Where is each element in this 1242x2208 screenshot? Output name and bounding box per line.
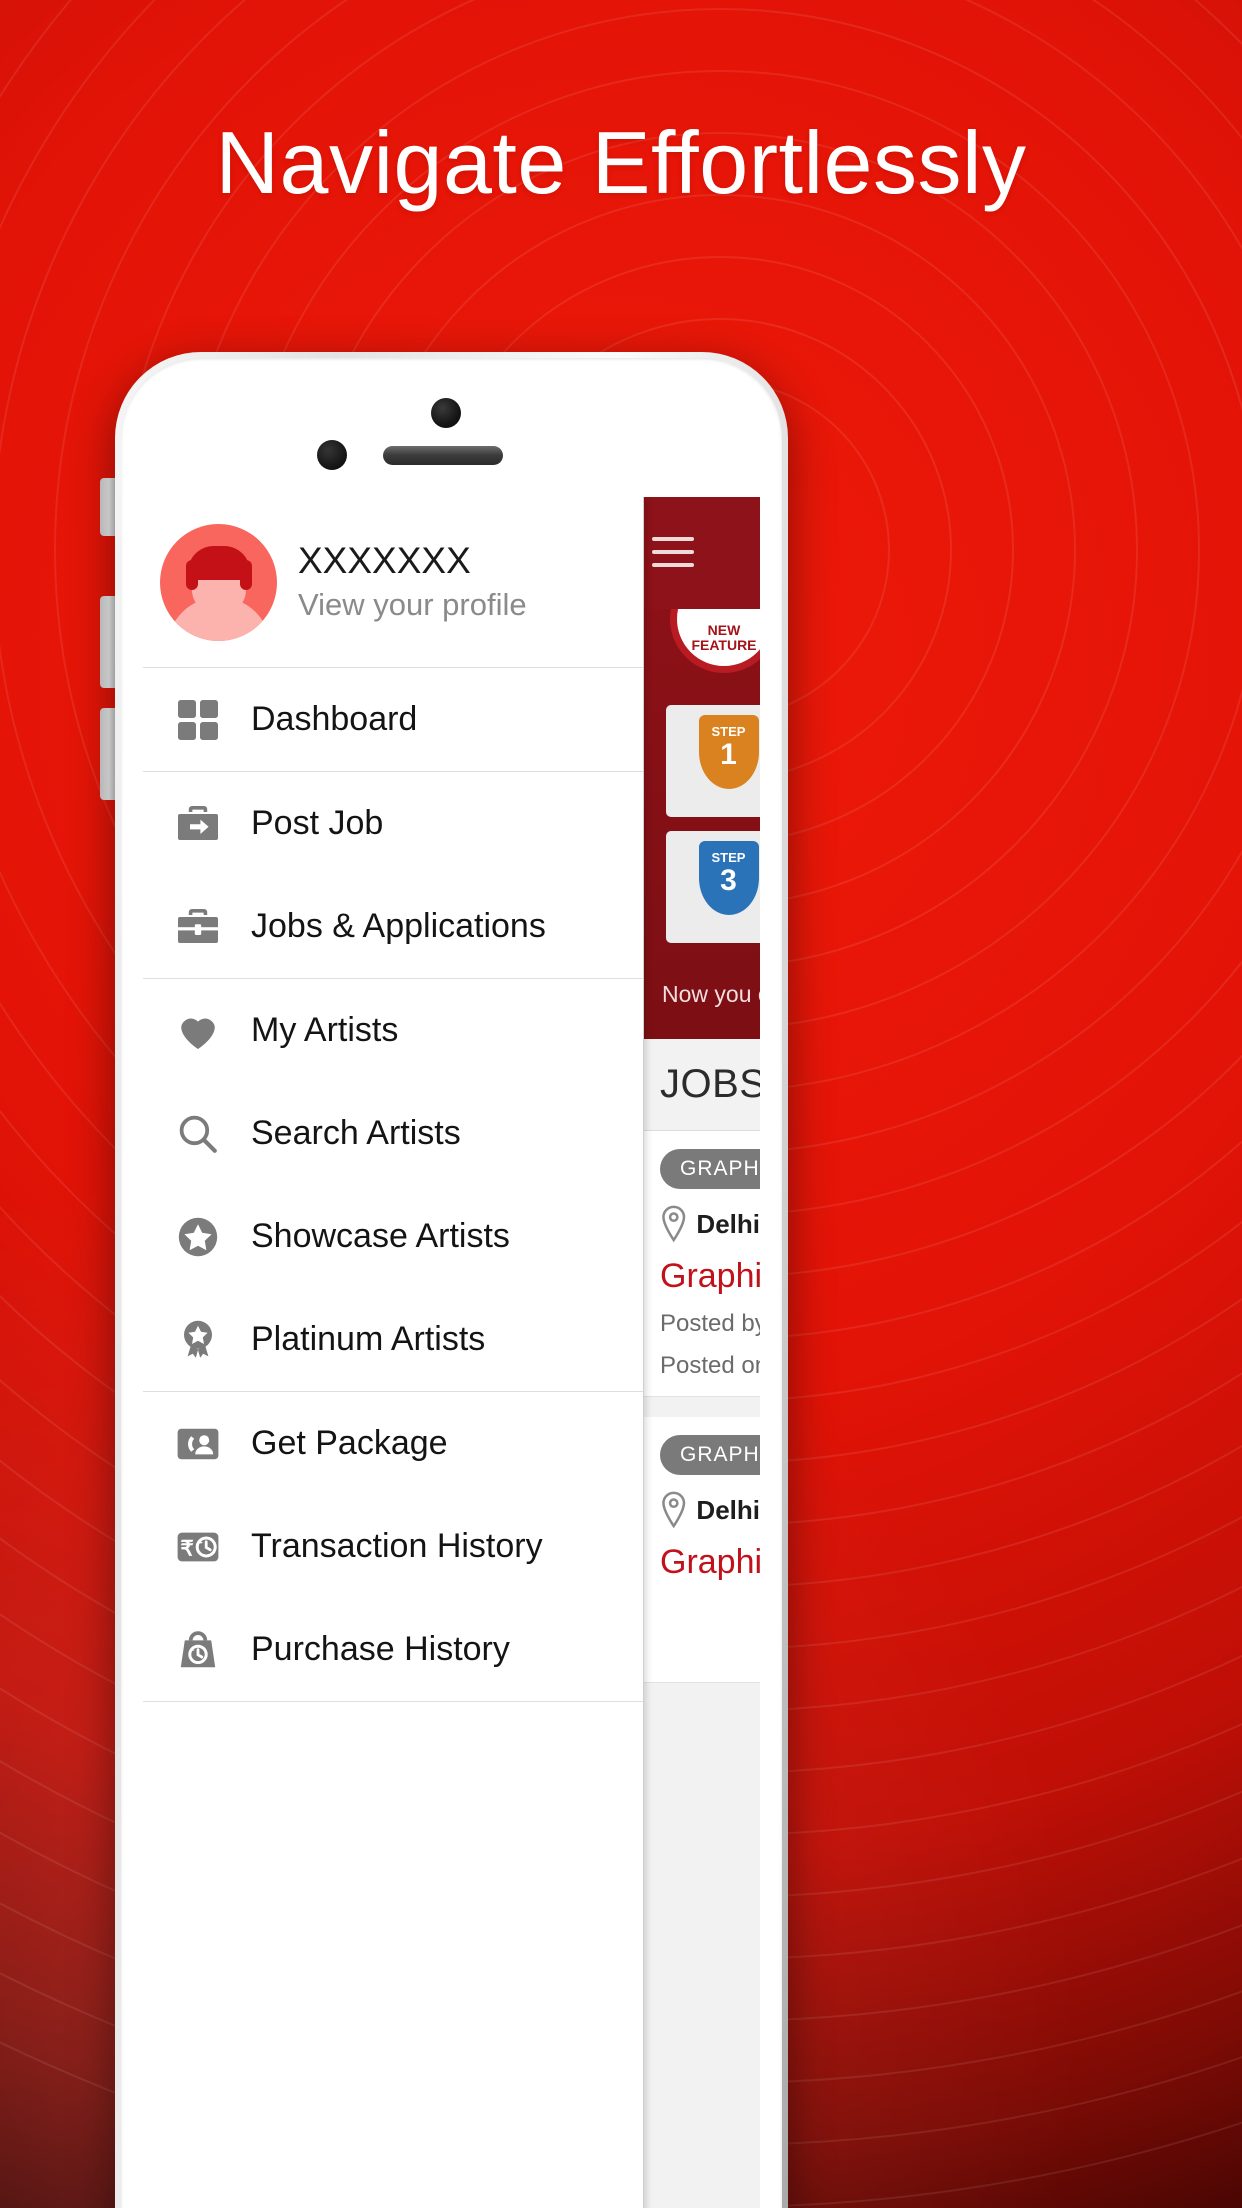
sidebar-item-showcase-artists[interactable]: Showcase Artists [143, 1185, 643, 1288]
sidebar-item-platinum-artists[interactable]: Platinum Artists [143, 1288, 643, 1391]
drawer-profile-header[interactable]: XXXXXXX View your profile [143, 497, 643, 668]
sidebar-item-label: Jobs & Applications [251, 907, 546, 945]
sidebar-item-label: Platinum Artists [251, 1320, 486, 1358]
rupee-history-icon: ₹ [174, 1523, 222, 1571]
sidebar-item-label: Search Artists [251, 1114, 461, 1152]
job-tag: GRAPHI [660, 1149, 760, 1189]
step-card-1: STEP 1 [666, 705, 760, 817]
new-feature-line1: NEW [707, 622, 741, 638]
job-location: Delhi [660, 1205, 760, 1243]
step-badge-3: STEP 3 [698, 841, 759, 915]
front-camera-icon [431, 398, 461, 428]
map-pin-icon [662, 1491, 686, 1529]
phone-mockup: NEW FEATURE S STEP 1 STEP [115, 352, 788, 2208]
job-card-2[interactable]: GRAPHI Delhi Graphi [644, 1417, 760, 1683]
step-label-3: STEP [711, 850, 746, 865]
app-screen: NEW FEATURE S STEP 1 STEP [143, 497, 760, 2208]
proximity-sensor-icon [317, 440, 347, 470]
drawer-group-4: Get Package ₹ Transaction History Purcha… [143, 1392, 643, 1702]
avatar [160, 523, 277, 641]
grid-dashboard-icon [174, 696, 222, 744]
profile-subtitle: View your profile [298, 587, 527, 622]
job-title: Graphi [660, 1257, 760, 1295]
map-pin-icon [662, 1205, 686, 1243]
phone-bezel: NEW FEATURE S STEP 1 STEP [121, 358, 782, 2208]
job-location-label: Delhi [696, 1208, 760, 1239]
navigation-drawer: XXXXXXX View your profile Dashboard Post… [143, 497, 644, 2208]
sidebar-item-label: Post Job [251, 804, 384, 842]
drawer-group-3: My Artists Search Artists Showcase Artis… [143, 979, 643, 1392]
sidebar-item-dashboard[interactable]: Dashboard [143, 668, 643, 771]
sidebar-item-label: Showcase Artists [251, 1217, 510, 1255]
award-ribbon-icon [174, 1316, 222, 1364]
step-number-1: 1 [720, 738, 737, 771]
sidebar-item-label: My Artists [251, 1011, 399, 1049]
job-title: Graphi [660, 1543, 760, 1581]
sidebar-item-purchase-history[interactable]: Purchase History [143, 1598, 643, 1701]
new-feature-badge: NEW FEATURE [670, 609, 760, 673]
briefcase-icon [174, 903, 222, 951]
hamburger-icon[interactable] [652, 537, 694, 567]
profile-name: XXXXXXX [298, 540, 471, 581]
drawer-group-2: Post Job Jobs & Applications [143, 772, 643, 979]
sidebar-item-label: Purchase History [251, 1630, 510, 1668]
sidebar-item-search-artists[interactable]: Search Artists [143, 1082, 643, 1185]
earpiece-speaker-icon [383, 446, 503, 465]
step-number-3: 3 [720, 864, 737, 897]
sidebar-item-jobs-applications[interactable]: Jobs & Applications [143, 875, 643, 978]
jobs-section-heading: JOBS [644, 1039, 760, 1131]
sidebar-item-post-job[interactable]: Post Job [143, 772, 643, 875]
briefcase-arrow-icon [174, 800, 222, 848]
star-circle-icon [174, 1213, 222, 1261]
drawer-group-1: Dashboard [143, 668, 643, 772]
job-card-1[interactable]: GRAPHI Delhi Graphi Posted by Posted on [644, 1131, 760, 1397]
step-badge-1: STEP 1 [698, 715, 759, 789]
heart-icon [174, 1007, 222, 1055]
job-location: Delhi [660, 1491, 760, 1529]
sidebar-item-my-artists[interactable]: My Artists [143, 979, 643, 1082]
job-location-label: Delhi [696, 1494, 760, 1525]
sidebar-item-get-package[interactable]: Get Package [143, 1392, 643, 1495]
sidebar-item-label: Transaction History [251, 1527, 543, 1565]
sidebar-item-label: Get Package [251, 1424, 448, 1462]
job-posted-on: Posted on [660, 1352, 760, 1379]
step-card-3: STEP 3 [666, 831, 760, 943]
svg-text:₹: ₹ [180, 1537, 193, 1560]
bag-history-icon [174, 1626, 222, 1674]
step-label-1: STEP [711, 724, 746, 739]
page-title: Navigate Effortlessly [215, 113, 1027, 212]
new-feature-line2: FEATURE [691, 637, 757, 653]
sidebar-item-transaction-history[interactable]: ₹ Transaction History [143, 1495, 643, 1598]
sidebar-item-label: Dashboard [251, 700, 418, 738]
contact-card-icon [174, 1420, 222, 1468]
job-tag: GRAPHI [660, 1435, 760, 1475]
promo-banner[interactable]: NEW FEATURE S STEP 1 STEP [644, 609, 760, 1039]
promo-caption: Now you ca [662, 981, 760, 1007]
job-posted-by: Posted by [660, 1310, 760, 1337]
search-icon [174, 1110, 222, 1158]
